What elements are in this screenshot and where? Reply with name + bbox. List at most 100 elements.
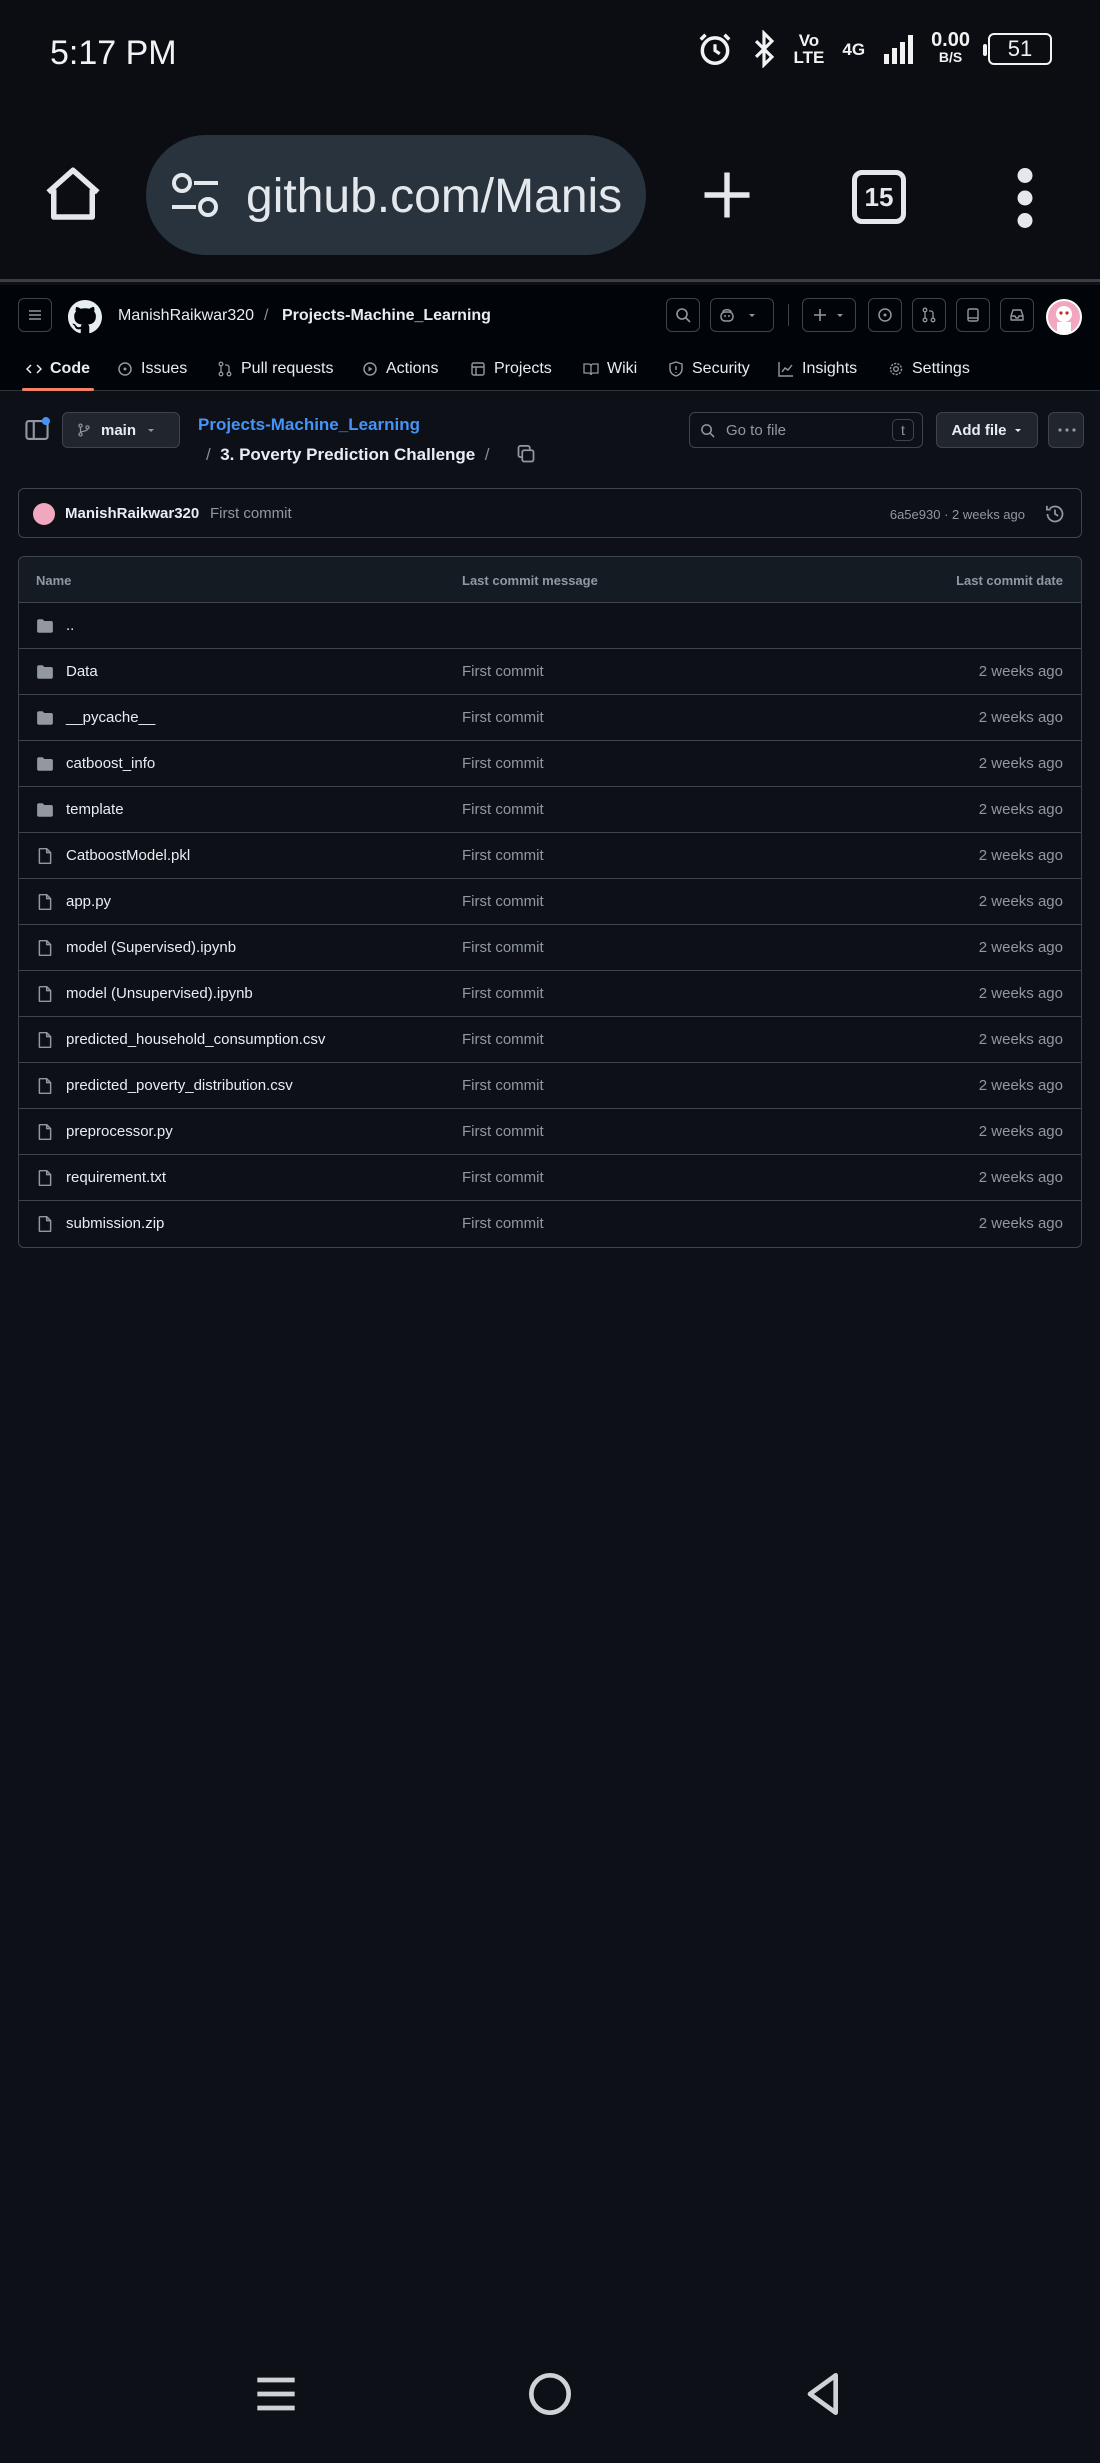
branch-name: main: [101, 421, 137, 439]
file-row[interactable]: preprocessor.py First commit 2 weeks ago: [19, 1109, 1081, 1155]
site-settings-icon[interactable]: [170, 173, 220, 217]
back-icon[interactable]: [796, 2366, 852, 2422]
file-name-link[interactable]: requirement.txt: [66, 1169, 166, 1186]
history-icon[interactable]: [1045, 504, 1065, 524]
file-row[interactable]: predicted_poverty_distribution.csv First …: [19, 1063, 1081, 1109]
breadcrumb-owner[interactable]: ManishRaikwar320: [118, 307, 254, 325]
tab-wiki[interactable]: Wiki: [583, 346, 637, 391]
status-bar: 5:17 PM Vo LTE 4G 0.00 B/S 51: [0, 0, 1100, 110]
recent-apps-icon[interactable]: [248, 2366, 304, 2422]
file-commit-message[interactable]: First commit: [462, 1123, 544, 1140]
file-name-link[interactable]: model (Supervised).ipynb: [66, 939, 236, 956]
copilot-button[interactable]: [710, 298, 774, 332]
commit-message[interactable]: First commit: [210, 505, 292, 522]
file-commit-message[interactable]: First commit: [462, 939, 544, 956]
tab-label: Issues: [141, 359, 188, 377]
file-commit-message[interactable]: First commit: [462, 893, 544, 910]
home-button-icon[interactable]: [522, 2366, 578, 2422]
file-table-header: Name Last commit message Last commit dat…: [19, 557, 1081, 603]
file-commit-message[interactable]: First commit: [462, 1031, 544, 1048]
pull-requests-button[interactable]: [912, 298, 946, 332]
repositories-button[interactable]: [956, 298, 990, 332]
file-row[interactable]: __pycache__ First commit 2 weeks ago: [19, 695, 1081, 741]
file-row[interactable]: CatboostModel.pkl First commit 2 weeks ago: [19, 833, 1081, 879]
tab-switcher-button[interactable]: 15: [852, 170, 906, 224]
file-row[interactable]: predicted_household_consumption.csv First…: [19, 1017, 1081, 1063]
github-logo-icon[interactable]: [68, 300, 102, 334]
file-name-link[interactable]: submission.zip: [66, 1215, 164, 1232]
file-commit-message[interactable]: First commit: [462, 1077, 544, 1094]
parent-directory-row[interactable]: ..: [19, 603, 1081, 649]
file-name-link[interactable]: __pycache__: [66, 709, 155, 726]
url-text[interactable]: github.com/Manis: [246, 169, 622, 224]
new-tab-icon[interactable]: [700, 168, 754, 222]
search-icon: [701, 424, 715, 438]
file-row[interactable]: catboost_info First commit 2 weeks ago: [19, 741, 1081, 787]
file-name-link[interactable]: predicted_household_consumption.csv: [66, 1031, 325, 1048]
hamburger-icon: [29, 310, 41, 320]
issues-button[interactable]: [868, 298, 902, 332]
branch-selector[interactable]: main: [62, 412, 180, 448]
file-icon: [38, 1077, 52, 1095]
user-avatar[interactable]: [1046, 299, 1082, 335]
file-name-link[interactable]: template: [66, 801, 124, 818]
address-bar[interactable]: github.com/Manis: [146, 135, 646, 255]
inbox-button[interactable]: [1000, 298, 1034, 332]
file-row[interactable]: template First commit 2 weeks ago: [19, 787, 1081, 833]
overflow-menu-icon[interactable]: [1014, 168, 1036, 228]
commit-author[interactable]: ManishRaikwar320: [65, 505, 199, 522]
tab-insights[interactable]: Insights: [778, 346, 857, 391]
tab-projects[interactable]: Projects: [470, 346, 552, 391]
file-commit-message[interactable]: First commit: [462, 663, 544, 680]
search-button[interactable]: [666, 298, 700, 332]
tab-label: Pull requests: [241, 359, 334, 377]
breadcrumb-repo[interactable]: Projects-Machine_Learning: [282, 307, 491, 325]
folder-icon: [37, 757, 53, 771]
file-commit-date: 2 weeks ago: [978, 847, 1063, 864]
file-name-link[interactable]: app.py: [66, 893, 111, 910]
file-row[interactable]: Data First commit 2 weeks ago: [19, 649, 1081, 695]
file-row[interactable]: submission.zip First commit 2 weeks ago: [19, 1201, 1081, 1247]
more-options-button[interactable]: [1048, 412, 1084, 448]
file-name-link[interactable]: model (Unsupervised).ipynb: [66, 985, 253, 1002]
add-file-button[interactable]: Add file: [936, 412, 1038, 448]
expand-file-tree-icon[interactable]: [24, 417, 50, 443]
tab-actions[interactable]: Actions: [362, 346, 438, 391]
commit-author-avatar[interactable]: [33, 503, 55, 525]
file-commit-message[interactable]: First commit: [462, 1215, 544, 1232]
copy-path-icon[interactable]: [516, 444, 536, 464]
file-commit-message[interactable]: First commit: [462, 985, 544, 1002]
file-commit-date: 2 weeks ago: [978, 1077, 1063, 1094]
android-nav-bar: [0, 2340, 1100, 2463]
file-name-link[interactable]: catboost_info: [66, 755, 155, 772]
file-row[interactable]: model (Unsupervised).ipynb First commit 2 …: [19, 971, 1081, 1017]
file-commit-message[interactable]: First commit: [462, 755, 544, 772]
create-new-button[interactable]: [802, 298, 856, 332]
file-name-link[interactable]: Data: [66, 663, 98, 680]
parent-directory-link[interactable]: ..: [66, 617, 74, 634]
home-icon[interactable]: [40, 162, 106, 228]
commit-meta[interactable]: 6a5e930 · 2 weeks ago: [890, 507, 1025, 522]
file-commit-message[interactable]: First commit: [462, 847, 544, 864]
file-row[interactable]: app.py First commit 2 weeks ago: [19, 879, 1081, 925]
tab-pull-requests[interactable]: Pull requests: [217, 346, 334, 391]
tab-code[interactable]: Code: [22, 346, 94, 391]
file-commit-message[interactable]: First commit: [462, 801, 544, 818]
tab-issues[interactable]: Issues: [117, 346, 187, 391]
file-commit-message[interactable]: First commit: [462, 1169, 544, 1186]
tab-security[interactable]: Security: [668, 346, 750, 391]
file-icon: [38, 939, 52, 957]
file-commit-message[interactable]: First commit: [462, 709, 544, 726]
file-name-link[interactable]: CatboostModel.pkl: [66, 847, 190, 864]
hamburger-menu-button[interactable]: [18, 298, 52, 332]
file-name-link[interactable]: predicted_poverty_distribution.csv: [66, 1077, 293, 1094]
book-icon: [583, 362, 599, 375]
path-repo-link[interactable]: Projects-Machine_Learning: [198, 415, 420, 435]
file-row[interactable]: requirement.txt First commit 2 weeks ago: [19, 1155, 1081, 1201]
go-to-file-input[interactable]: Go to file t: [689, 412, 923, 448]
tab-settings[interactable]: Settings: [888, 346, 970, 391]
file-row[interactable]: model (Supervised).ipynb First commit 2 we…: [19, 925, 1081, 971]
data-speed: 0.00 B/S: [931, 29, 970, 65]
search-icon: [676, 308, 691, 323]
file-name-link[interactable]: preprocessor.py: [66, 1123, 173, 1140]
